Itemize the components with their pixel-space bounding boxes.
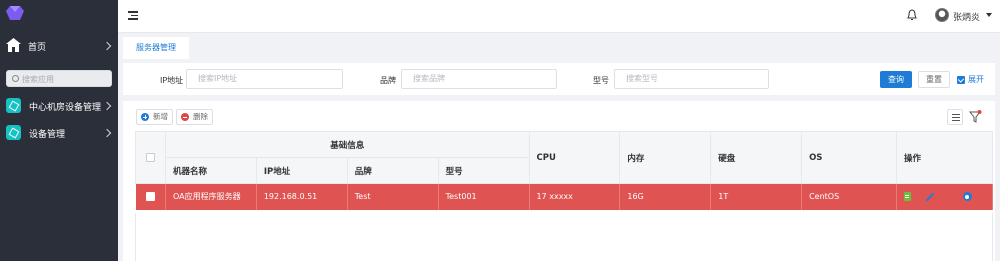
tab-server-management[interactable]: 服务器管理 [123,37,189,59]
expand-toggle[interactable]: 展开 [957,74,984,85]
search-panel: IP地址 搜索IP地址 品牌 搜索品牌 型号 搜索型号 查询 重置 展开 [123,63,995,95]
app-logo-icon [6,6,24,20]
bell-icon[interactable] [907,9,917,21]
brand-field-label: 品牌 [380,76,396,85]
server-table: 基础信息 CPU 内存 硬盘 OS 操作 机器名称 IP地址 品牌 型号 OA应… [135,131,994,210]
cell-cpu: 17 xxxxx [529,183,621,210]
group-header-basic-info: 基础信息 [164,131,530,158]
sidebar-item-label: 首页 [28,43,47,53]
brand-search-input[interactable]: 搜索品牌 [401,69,557,89]
tab-bar: 服务器管理 [118,33,1000,59]
row-select-cell [135,183,166,210]
cell-disk: 1T [710,183,803,210]
column-header-memory: 内存 [619,131,712,184]
sidebar-item-label: 设备管理 [29,130,66,140]
delete-button[interactable]: 删除 [176,109,213,125]
ip-search-input[interactable]: 搜索IP地址 [186,69,343,89]
cell-os: CentOS [801,183,897,210]
cell-ip: 192.168.0.51 [256,183,348,210]
avatar[interactable] [935,8,949,22]
select-all-header [135,131,166,184]
search-icon [12,75,19,82]
cube-icon [6,98,21,113]
column-header-name: 机器名称 [164,157,257,184]
search-placeholder: 搜索应用 [22,75,54,84]
expand-checkbox-icon [957,75,965,84]
cube-icon [6,125,21,140]
column-settings-icon[interactable] [947,109,963,125]
filter-icon[interactable] [967,109,983,125]
edit-icon[interactable] [925,192,935,201]
cell-name: OA应用程序服务器 [165,183,257,210]
caret-down-icon[interactable] [986,13,992,17]
plus-circle-icon [141,113,149,121]
chevron-right-icon [102,128,112,138]
view-icon[interactable] [962,192,972,202]
column-header-os: OS [801,131,897,184]
row-checkbox[interactable] [145,192,155,202]
cell-model: Test001 [438,183,530,210]
column-header-brand: 品牌 [346,157,439,184]
home-icon [6,38,21,52]
add-button-label: 新增 [153,112,168,121]
ip-field-label: IP地址 [160,76,184,85]
column-header-model: 型号 [437,157,530,184]
top-header: 张炳炎 [118,0,1000,33]
username[interactable]: 张炳炎 [953,10,980,23]
sidebar: 首页 搜索应用 中心机房设备管理 设备管理 [0,0,118,261]
reset-button[interactable]: 重置 [918,71,950,88]
document-icon[interactable] [903,192,911,202]
cell-memory: 16G [619,183,712,210]
sidebar-item-device-management[interactable]: 设备管理 [0,121,118,145]
cell-actions [896,183,994,210]
expand-label: 展开 [968,75,984,84]
model-search-input[interactable]: 搜索型号 [614,69,769,89]
sidebar-search-input[interactable]: 搜索应用 [6,70,112,87]
sidebar-item-datacenter-devices[interactable]: 中心机房设备管理 [0,94,118,118]
query-button[interactable]: 查询 [880,71,912,88]
sidebar-item-home[interactable]: 首页 [0,34,118,58]
close-circle-icon [181,113,189,121]
column-header-disk: 硬盘 [710,131,803,184]
model-field-label: 型号 [593,76,609,85]
table-body-empty-area [135,213,993,261]
table-row[interactable]: OA应用程序服务器 192.168.0.51 Test Test001 17 x… [135,183,994,210]
chevron-right-icon [102,101,112,111]
menu-toggle-icon[interactable] [128,11,138,20]
cell-brand: Test [347,183,439,210]
column-header-ip: IP地址 [255,157,348,184]
select-all-checkbox[interactable] [145,153,155,162]
delete-button-label: 删除 [193,112,208,121]
column-header-cpu: CPU [528,131,621,184]
table-panel: 新增 删除 基础信息 CPU 内存 硬盘 OS 操作 机器名称 IP地址 品牌 … [123,101,995,261]
sidebar-item-label: 中心机房设备管理 [29,103,102,113]
chevron-right-icon [102,41,112,51]
column-header-actions: 操作 [895,131,994,184]
add-button[interactable]: 新增 [136,109,173,125]
